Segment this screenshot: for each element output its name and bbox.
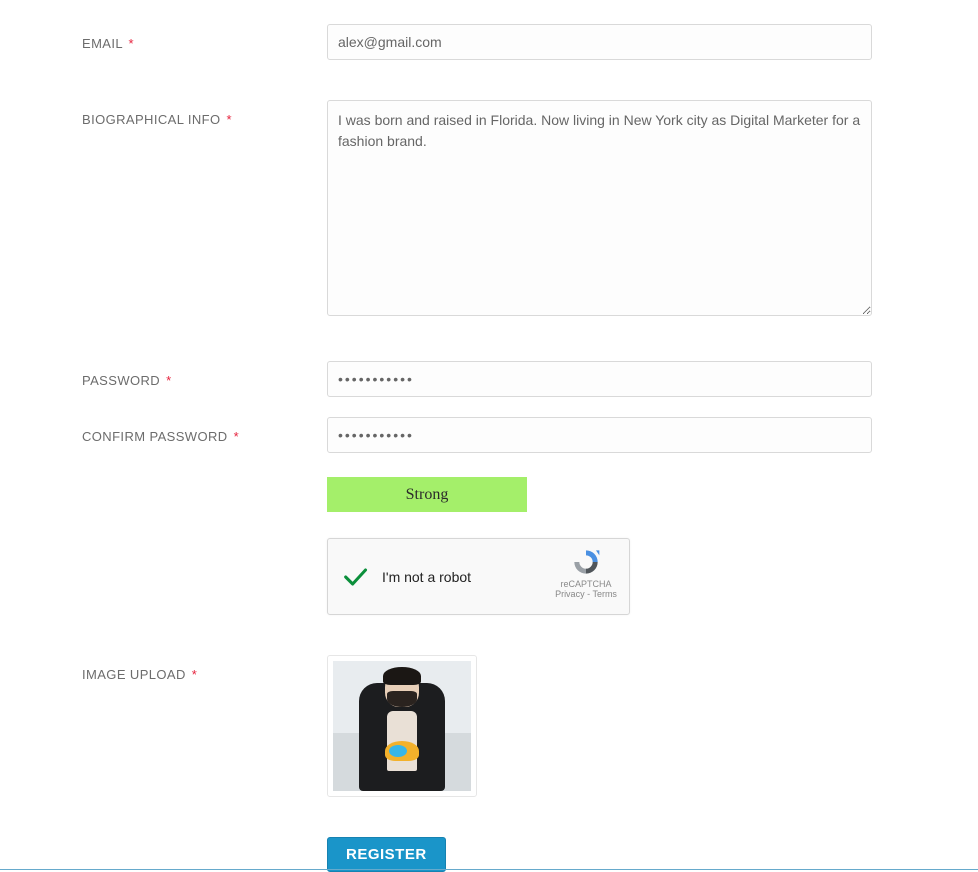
- confirm-password-input[interactable]: [327, 417, 872, 453]
- avatar-image: [333, 661, 471, 791]
- label-email-text: EMAIL: [82, 36, 123, 51]
- field-strength: Strong: [327, 473, 872, 512]
- email-input[interactable]: [327, 24, 872, 60]
- label-image-upload-text: IMAGE UPLOAD: [82, 667, 186, 682]
- row-image-upload: IMAGE UPLOAD *: [82, 655, 872, 797]
- bio-textarea[interactable]: [327, 100, 872, 316]
- required-marker: *: [227, 112, 232, 127]
- required-marker: *: [192, 667, 197, 682]
- row-captcha: I'm not a robot reCAPTCHA Privacy -: [82, 538, 872, 615]
- label-image-upload: IMAGE UPLOAD *: [82, 655, 327, 682]
- checkmark-icon: [340, 562, 370, 592]
- label-password-text: PASSWORD: [82, 373, 160, 388]
- register-button[interactable]: REGISTER: [327, 837, 446, 872]
- field-bio: [327, 100, 872, 321]
- label-confirm: CONFIRM PASSWORD *: [82, 417, 327, 444]
- label-bio: BIOGRAPHICAL INFO *: [82, 100, 327, 127]
- label-bio-text: BIOGRAPHICAL INFO: [82, 112, 221, 127]
- field-password: [327, 361, 872, 397]
- spacer-submit: [82, 837, 327, 849]
- captcha-branding: reCAPTCHA Privacy - Terms: [553, 547, 619, 599]
- row-strength: Strong: [82, 473, 872, 512]
- password-input[interactable]: [327, 361, 872, 397]
- required-marker: *: [129, 36, 134, 51]
- captcha-terms-link[interactable]: Terms: [592, 589, 617, 599]
- label-password: PASSWORD *: [82, 361, 327, 388]
- row-confirm: CONFIRM PASSWORD *: [82, 417, 872, 453]
- recaptcha-icon: [568, 547, 604, 577]
- field-confirm: [327, 417, 872, 453]
- label-email: EMAIL *: [82, 24, 327, 51]
- upload-thumbnail[interactable]: [327, 655, 477, 797]
- spacer-strength: [82, 473, 327, 485]
- field-email: [327, 24, 872, 60]
- spacer-captcha: [82, 538, 327, 550]
- row-password: PASSWORD *: [82, 361, 872, 397]
- required-marker: *: [234, 429, 239, 444]
- field-image-upload: [327, 655, 872, 797]
- row-submit: REGISTER: [82, 837, 872, 872]
- footer-divider: [0, 869, 978, 870]
- captcha-links: Privacy - Terms: [553, 589, 619, 599]
- required-marker: *: [166, 373, 171, 388]
- password-strength-badge: Strong: [327, 477, 527, 512]
- field-submit: REGISTER: [327, 837, 872, 872]
- captcha-brand-text: reCAPTCHA: [553, 579, 619, 589]
- captcha-privacy-link[interactable]: Privacy: [555, 589, 585, 599]
- row-email: EMAIL *: [82, 24, 872, 60]
- label-confirm-text: CONFIRM PASSWORD: [82, 429, 228, 444]
- recaptcha-widget[interactable]: I'm not a robot reCAPTCHA Privacy -: [327, 538, 630, 615]
- registration-form: EMAIL * BIOGRAPHICAL INFO * PASSWORD * C…: [82, 24, 872, 872]
- field-captcha: I'm not a robot reCAPTCHA Privacy -: [327, 538, 872, 615]
- captcha-label: I'm not a robot: [382, 569, 471, 585]
- row-bio: BIOGRAPHICAL INFO *: [82, 100, 872, 321]
